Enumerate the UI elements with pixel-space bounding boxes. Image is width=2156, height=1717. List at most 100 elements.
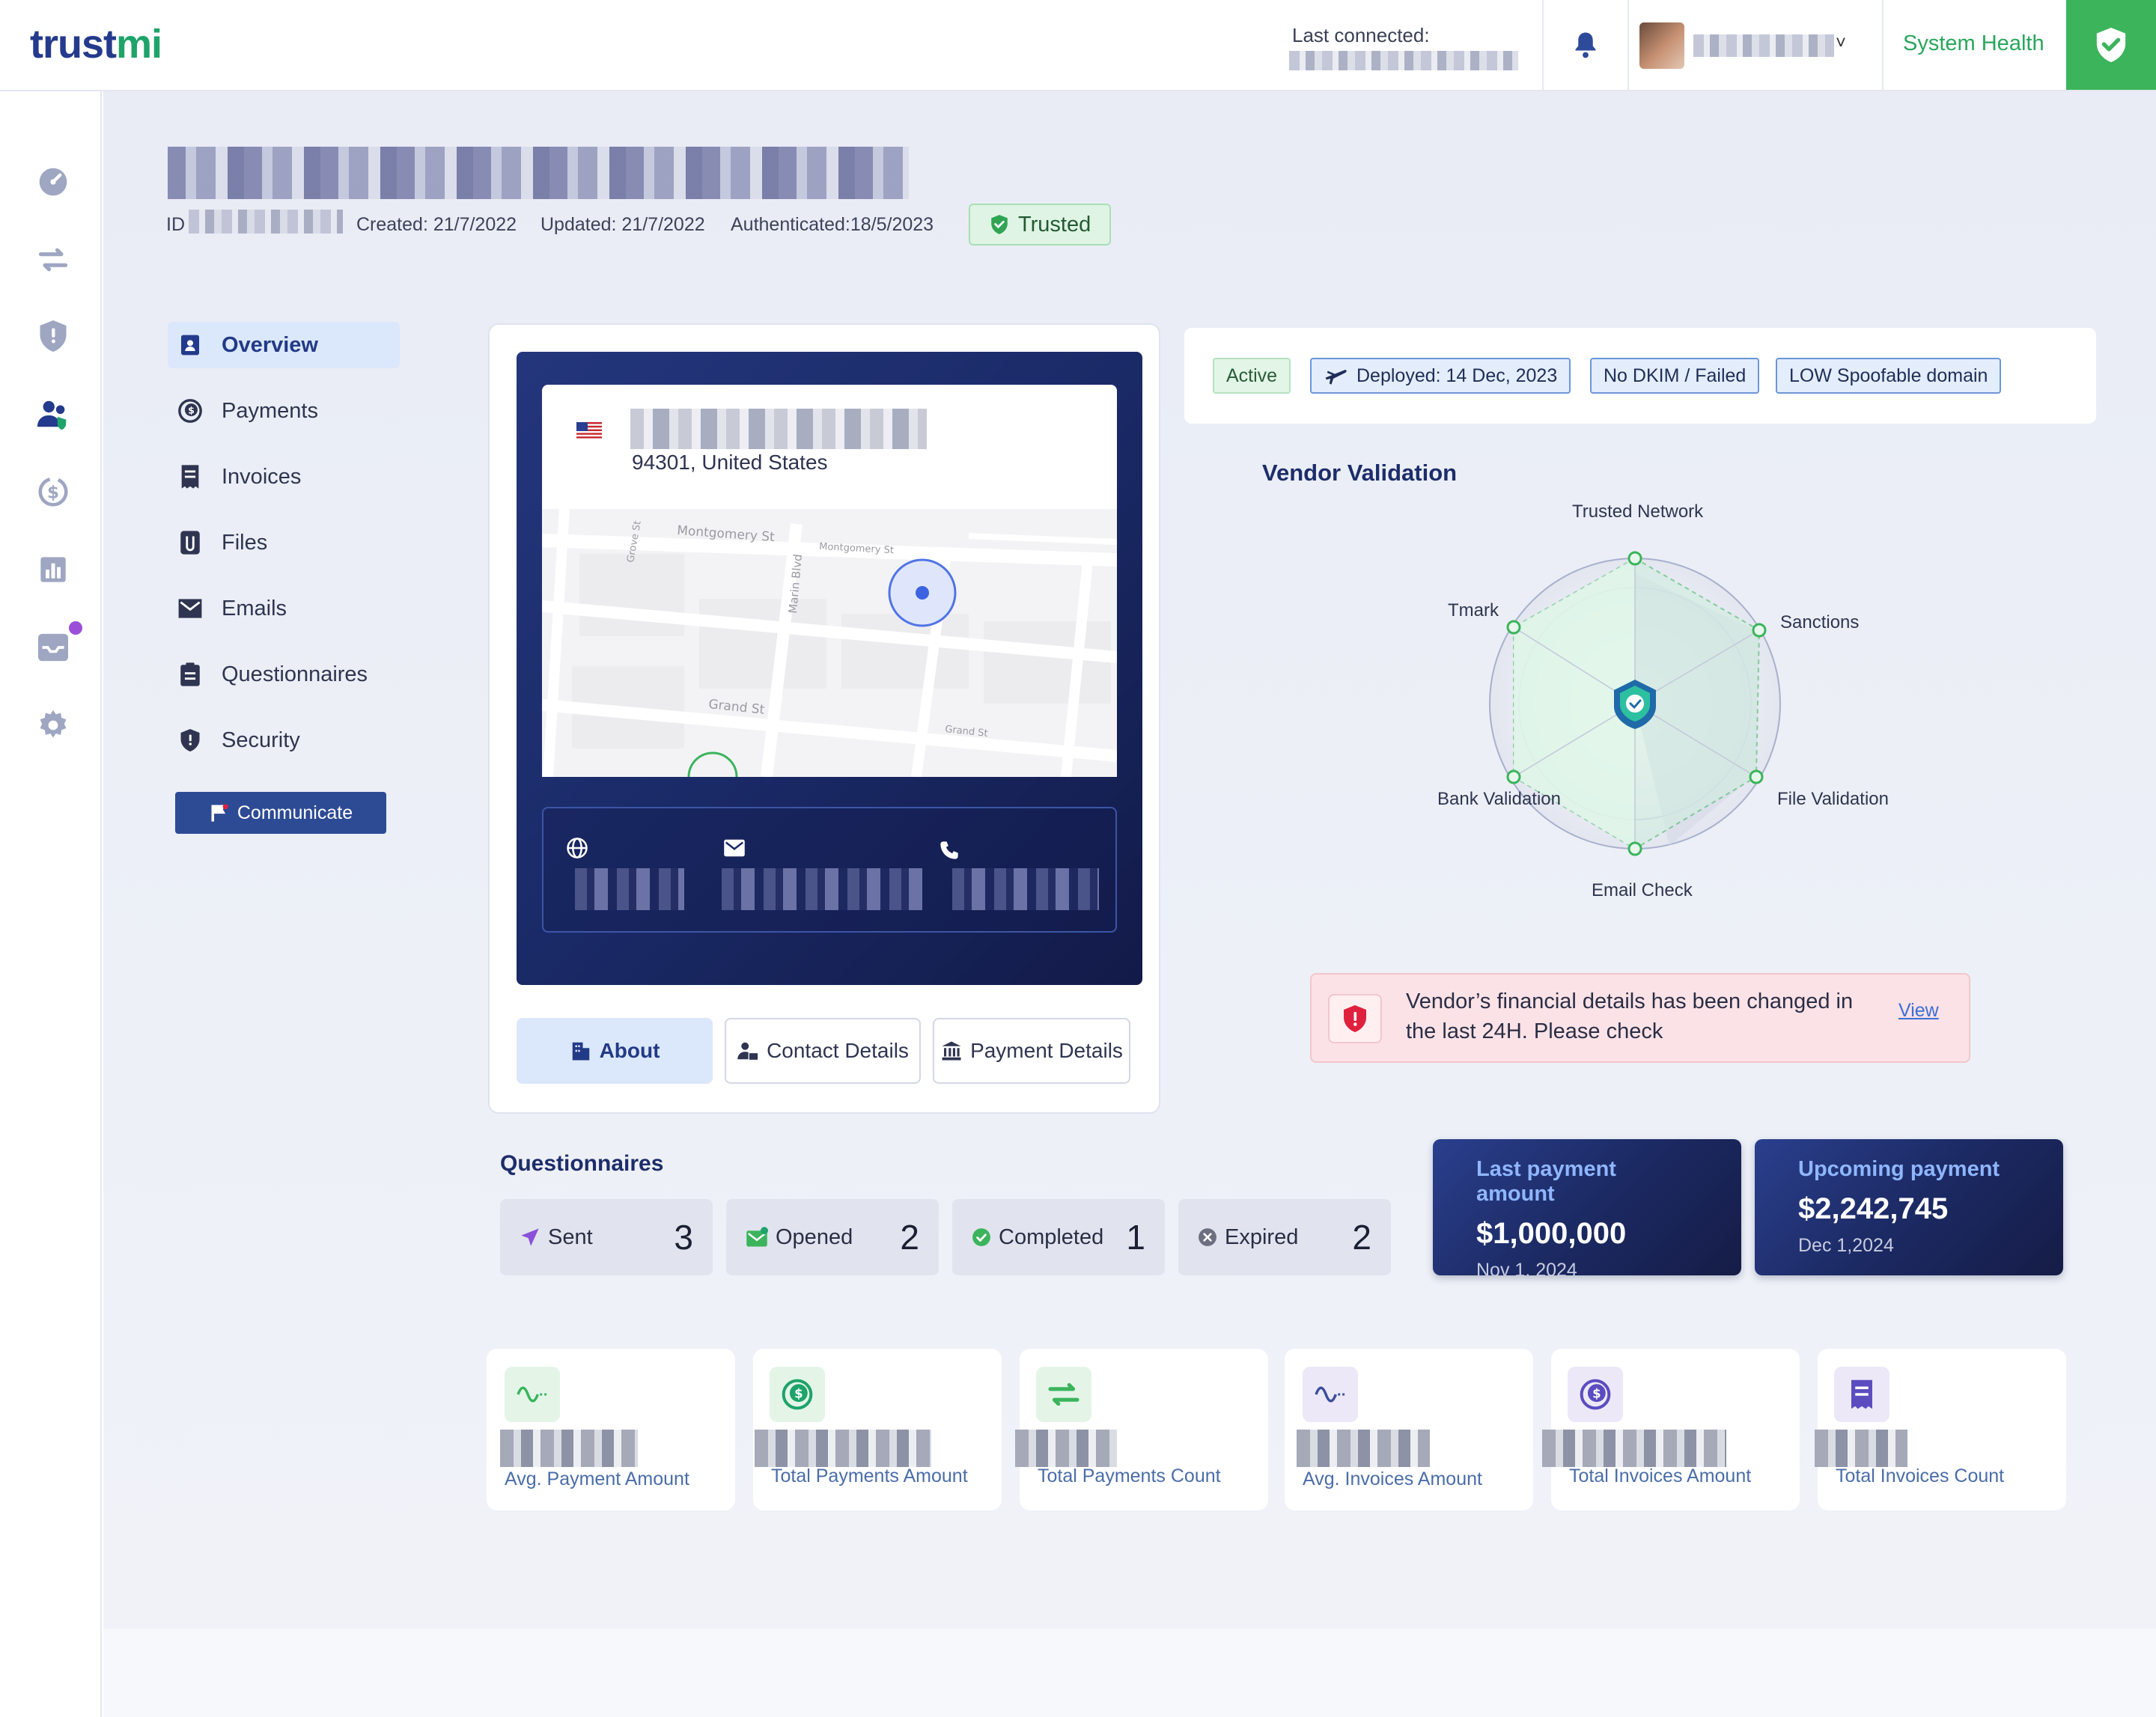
overview-icon xyxy=(177,332,204,359)
tab-contact-details[interactable]: Contact Details xyxy=(725,1018,921,1084)
emails-icon xyxy=(177,595,204,622)
nav-item-emails[interactable]: Emails xyxy=(168,585,400,632)
payments-icon: $ xyxy=(177,397,204,424)
avatar[interactable] xyxy=(1639,22,1684,69)
website-redacted[interactable] xyxy=(575,868,684,910)
alert-view-link[interactable]: View xyxy=(1898,1000,1939,1022)
trusted-badge: Trusted xyxy=(969,204,1111,245)
dollar-coin-icon: $ xyxy=(1568,1367,1623,1422)
metric-value-redacted xyxy=(1297,1430,1430,1467)
nav-label: Emails xyxy=(222,596,287,620)
metric-value-redacted xyxy=(1542,1430,1726,1467)
receipt-icon xyxy=(1834,1367,1889,1422)
address-postal-country: 94301, United States xyxy=(632,451,828,474)
questionnaire-completed-card[interactable]: Completed 1 xyxy=(952,1199,1165,1275)
tab-about[interactable]: About xyxy=(517,1018,713,1084)
last-payment-date: Nov 1, 2024 xyxy=(1476,1260,1577,1281)
tab-label: About xyxy=(599,1039,660,1062)
radar-label-tmark: Tmark xyxy=(1448,600,1499,620)
logo-text-trust: trust xyxy=(30,22,117,67)
metric-label: Total Payments Count xyxy=(1038,1466,1221,1486)
nav-label: Security xyxy=(222,728,300,752)
metric-value-redacted xyxy=(1815,1430,1907,1467)
user-name-redacted[interactable] xyxy=(1693,34,1834,57)
questionnaire-count: 2 xyxy=(1352,1218,1371,1257)
alert-message: Vendor’s financial details has been chan… xyxy=(1406,989,1854,1043)
dashboard-icon[interactable] xyxy=(36,165,70,199)
badge-label: LOW Spoofable domain xyxy=(1789,365,1988,386)
nav-item-invoices[interactable]: Invoices xyxy=(168,454,400,500)
questionnaire-label: Completed xyxy=(999,1225,1104,1249)
nav-item-security[interactable]: Security xyxy=(168,717,400,763)
send-icon xyxy=(521,1228,539,1246)
last-payment-card[interactable]: Last payment amount $1,000,000 Nov 1, 20… xyxy=(1433,1139,1741,1281)
status-badge-active: Active xyxy=(1213,358,1291,394)
questionnaire-opened-card[interactable]: Opened 2 xyxy=(726,1199,939,1275)
nav-item-payments[interactable]: $ Payments xyxy=(168,388,400,434)
questionnaires-icon xyxy=(177,661,204,688)
tab-label: Contact Details xyxy=(767,1039,909,1062)
phone-redacted[interactable] xyxy=(952,868,1099,910)
nav-item-files[interactable]: Files xyxy=(168,519,400,566)
questionnaire-sent-card[interactable]: Sent 3 xyxy=(500,1199,713,1275)
plane-icon xyxy=(1325,370,1347,385)
security-icon xyxy=(177,727,204,754)
questionnaire-label: Expired xyxy=(1225,1225,1299,1249)
bell-icon[interactable] xyxy=(1572,30,1599,60)
radar-label-email-check: Email Check xyxy=(1592,880,1693,900)
dollar-coin-icon: $ xyxy=(770,1367,825,1422)
trusted-badge-label: Trusted xyxy=(1018,212,1091,237)
questionnaires-title: Questionnaires xyxy=(500,1151,664,1176)
questionnaire-label: Opened xyxy=(776,1225,853,1249)
last-payment-label: Last payment amount xyxy=(1476,1157,1616,1206)
vendors-icon[interactable] xyxy=(36,397,70,431)
communicate-button[interactable]: Communicate xyxy=(175,792,386,834)
transfer-icon[interactable] xyxy=(36,243,70,277)
shield-icon[interactable] xyxy=(36,319,70,353)
tab-payment-details[interactable]: Payment Details xyxy=(933,1018,1130,1084)
badge-label: Active xyxy=(1226,365,1278,386)
metric-label: Total Invoices Amount xyxy=(1569,1466,1752,1486)
bank-icon xyxy=(942,1041,961,1061)
vendor-validation-title: Vendor Validation xyxy=(1262,460,1458,486)
nav-item-overview[interactable]: Overview xyxy=(168,322,400,368)
last-connected-value-redacted xyxy=(1289,51,1518,70)
created-date: Created: 21/7/2022 xyxy=(356,214,517,235)
badge-label: No DKIM / Failed xyxy=(1604,365,1747,386)
system-health-button[interactable] xyxy=(2066,0,2156,90)
gear-icon[interactable] xyxy=(36,708,70,742)
vendor-name-redacted xyxy=(168,147,909,199)
questionnaire-count: 2 xyxy=(900,1218,919,1257)
divider xyxy=(1542,0,1544,90)
upcoming-payment-card[interactable]: Upcoming payment $2,242,745 Dec 1,2024 xyxy=(1755,1139,2063,1275)
last-connected-label: Last connected: xyxy=(1292,24,1430,46)
reports-icon[interactable] xyxy=(36,552,70,587)
email-redacted[interactable] xyxy=(722,868,922,910)
files-icon xyxy=(177,529,204,556)
radar-label-trusted-network: Trusted Network xyxy=(1572,501,1704,522)
updated-date: Updated: 21/7/2022 xyxy=(540,214,705,235)
status-badge-deployed: Deployed: 14 Dec, 2023 xyxy=(1310,358,1571,394)
shield-check-icon xyxy=(2096,28,2126,62)
upcoming-payment-date: Dec 1,2024 xyxy=(1798,1235,1894,1256)
location-map[interactable]: Montgomery St Montgomery St Marin Blvd G… xyxy=(541,508,1118,778)
nav-item-questionnaires[interactable]: Questionnaires xyxy=(168,651,400,698)
chevron-down-icon[interactable]: ˅ xyxy=(1836,33,1846,54)
metric-value-redacted xyxy=(500,1430,638,1467)
radar-label-sanctions: Sanctions xyxy=(1780,612,1860,632)
logo-text-mi: mi xyxy=(116,22,162,67)
nav-label: Payments xyxy=(222,398,318,423)
currency-exchange-icon[interactable]: $ xyxy=(36,475,70,509)
svg-text:$: $ xyxy=(794,1387,803,1401)
questionnaire-expired-card[interactable]: Expired 2 xyxy=(1178,1199,1391,1275)
inbox-icon[interactable] xyxy=(36,630,70,665)
alert-shield-icon xyxy=(1328,994,1382,1043)
nav-label: Files xyxy=(222,530,268,555)
upcoming-payment-label: Upcoming payment xyxy=(1798,1157,2000,1181)
upcoming-payment-amount: $2,242,745 xyxy=(1798,1192,1949,1225)
system-health-label[interactable]: System Health xyxy=(1903,31,2044,56)
app-logo[interactable]: trustmi xyxy=(30,21,162,67)
radar-label-bank-validation: Bank Validation xyxy=(1437,789,1561,809)
questionnaire-count: 1 xyxy=(1126,1218,1145,1257)
divider xyxy=(1882,0,1884,90)
